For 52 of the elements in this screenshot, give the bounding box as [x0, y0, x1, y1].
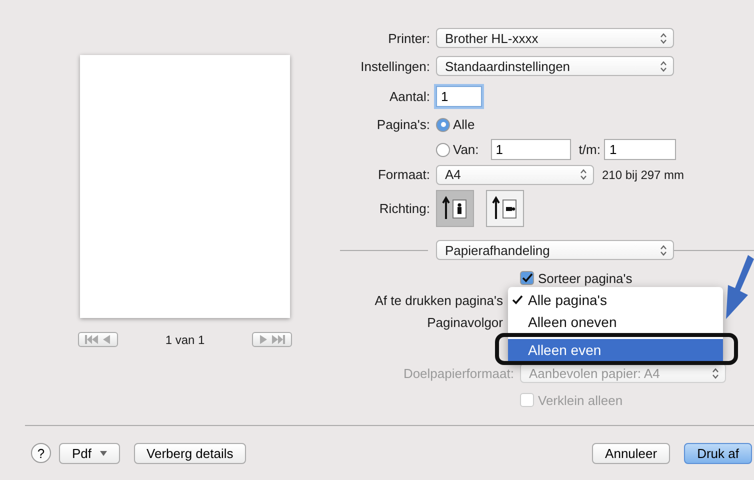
- printer-popup[interactable]: Brother HL-xxxx: [436, 28, 674, 48]
- paper-dimensions: 210 bij 297 mm: [602, 168, 684, 182]
- orientation-button[interactable]: [486, 190, 524, 226]
- help-button[interactable]: ?: [31, 443, 51, 463]
- last-page-icon: [272, 335, 285, 344]
- to-page-field[interactable]: 1: [604, 139, 676, 160]
- page-indicator: 1 van 1: [165, 332, 205, 346]
- previous-icon: [102, 335, 111, 344]
- popup-arrows-icon: [660, 60, 667, 72]
- field-label: Instellingen:: [360, 58, 430, 74]
- caret-icon: [100, 450, 107, 456]
- field-label: Richting:: [378, 200, 430, 216]
- paper-size-popup[interactable]: A4: [436, 164, 594, 184]
- radio-label: Alle: [453, 117, 475, 132]
- copies-field[interactable]: 1: [436, 86, 482, 106]
- checkbox-label: Sorteer pagina's: [538, 270, 632, 286]
- radio-label: Van:: [453, 142, 479, 157]
- next-icon: [259, 335, 268, 344]
- popup-arrows-icon: [660, 32, 667, 44]
- menu-item[interactable]: Alle pagina's: [508, 289, 723, 311]
- print-button[interactable]: Druk af: [684, 442, 752, 464]
- field-label: Printer:: [387, 30, 430, 46]
- field-label: Doelpapierformaat:: [402, 366, 514, 380]
- orientation-button[interactable]: [436, 190, 474, 226]
- field-label: Formaat:: [376, 167, 430, 182]
- field-label: Aantal:: [388, 88, 430, 104]
- menu-item[interactable]: Alleen even: [508, 339, 723, 361]
- portrait-orientation-icon: [442, 196, 468, 220]
- menu-item[interactable]: Alleen oneven: [508, 311, 723, 333]
- popup-arrows-icon: [580, 169, 587, 180]
- hide-details-button[interactable]: Verberg details: [134, 442, 246, 464]
- field-label: Af te drukken pagina's: [374, 292, 503, 308]
- checkbox-label: Verklein alleen: [538, 392, 623, 408]
- collate-checkbox[interactable]: [520, 271, 534, 285]
- presets-popup[interactable]: Standaardinstellingen: [436, 56, 674, 76]
- next-last-page-button[interactable]: [252, 332, 292, 347]
- first-previous-page-button[interactable]: [78, 332, 118, 347]
- radio-button[interactable]: [436, 142, 450, 156]
- checkmark-icon: [512, 295, 523, 305]
- from-page-field[interactable]: 1: [490, 139, 571, 160]
- first-page-icon: [85, 335, 98, 344]
- popup-arrows-icon: [660, 244, 667, 256]
- landscape-orientation-icon: [492, 196, 518, 220]
- field-label: Paginavolgor: [426, 314, 503, 330]
- section-popup[interactable]: Papierafhandeling: [436, 240, 674, 260]
- popup-arrows-icon: [712, 368, 719, 378]
- radio-button[interactable]: [436, 118, 450, 132]
- checkmark-icon: [522, 273, 532, 283]
- cancel-button[interactable]: Annuleer: [592, 442, 670, 464]
- to-page-label: t/m:: [578, 142, 600, 157]
- field-label: Pagina's:: [376, 117, 430, 132]
- pdf-button[interactable]: Pdf: [59, 442, 120, 464]
